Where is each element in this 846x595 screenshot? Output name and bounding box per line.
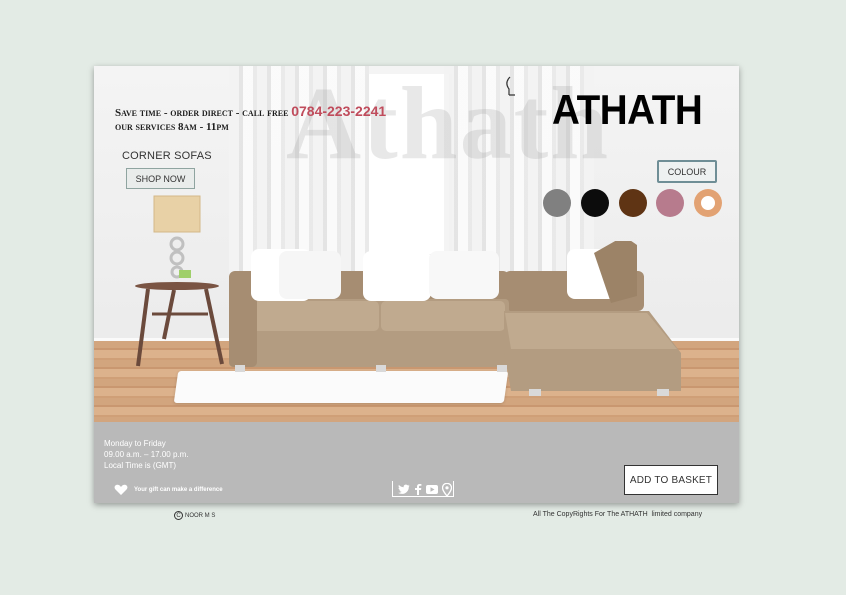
swatch-grey[interactable] xyxy=(543,189,571,217)
hours-days: Monday to Friday xyxy=(104,439,166,448)
credit: C NOOR M S xyxy=(174,511,215,520)
youtube-icon[interactable] xyxy=(426,484,438,494)
category-label: CORNER SOFAS xyxy=(122,150,212,162)
heart-icon xyxy=(114,484,128,495)
gift-text: Your gift can make a difference xyxy=(134,487,223,493)
local-time: Local Time is (GMT) xyxy=(104,461,177,470)
add-to-basket-button[interactable]: ADD TO BASKET xyxy=(624,465,718,495)
gift-link[interactable]: Your gift can make a difference xyxy=(114,484,223,496)
swatch-brown[interactable] xyxy=(619,189,647,217)
credit-name: NOOR M S xyxy=(185,512,216,519)
opening-hours: Monday to Friday 09.00 a.m. – 17.00 p.m.… xyxy=(104,438,189,471)
side-table-lamp-image xyxy=(135,195,224,367)
facebook-icon[interactable] xyxy=(414,483,422,495)
shop-now-button[interactable]: SHOP NOW xyxy=(126,168,195,189)
promo-line-2: our services 8am - 11pm xyxy=(115,121,229,133)
swatch-peach[interactable] xyxy=(694,189,722,217)
hero-banner: Athath Save time - order direct - call f… xyxy=(94,66,739,422)
promo-text: Save time - order direct - call free 078… xyxy=(115,104,386,134)
copyright-icon: C xyxy=(174,511,183,520)
promo-line-1: Save time - order direct - call free xyxy=(115,107,292,119)
twitter-icon[interactable] xyxy=(398,484,410,494)
corner-sofa-image xyxy=(229,241,681,396)
brand-logo[interactable]: ATHATH xyxy=(552,86,703,134)
hero-card: Athath Save time - order direct - call f… xyxy=(94,66,739,503)
colour-button[interactable]: COLOUR xyxy=(657,160,717,183)
info-footer: Monday to Friday 09.00 a.m. – 17.00 p.m.… xyxy=(94,422,739,503)
location-pin-icon[interactable] xyxy=(442,482,452,496)
hours-time: 09.00 a.m. – 17.00 p.m. xyxy=(104,450,189,459)
copyright-text: All The CopyRights For The ATHATH limite… xyxy=(533,511,703,518)
swatch-rose[interactable] xyxy=(656,189,684,217)
phone-number[interactable]: 0784-223-2241 xyxy=(291,103,386,119)
social-links xyxy=(392,481,454,497)
hook-icon xyxy=(506,76,515,96)
swatch-black[interactable] xyxy=(581,189,609,217)
